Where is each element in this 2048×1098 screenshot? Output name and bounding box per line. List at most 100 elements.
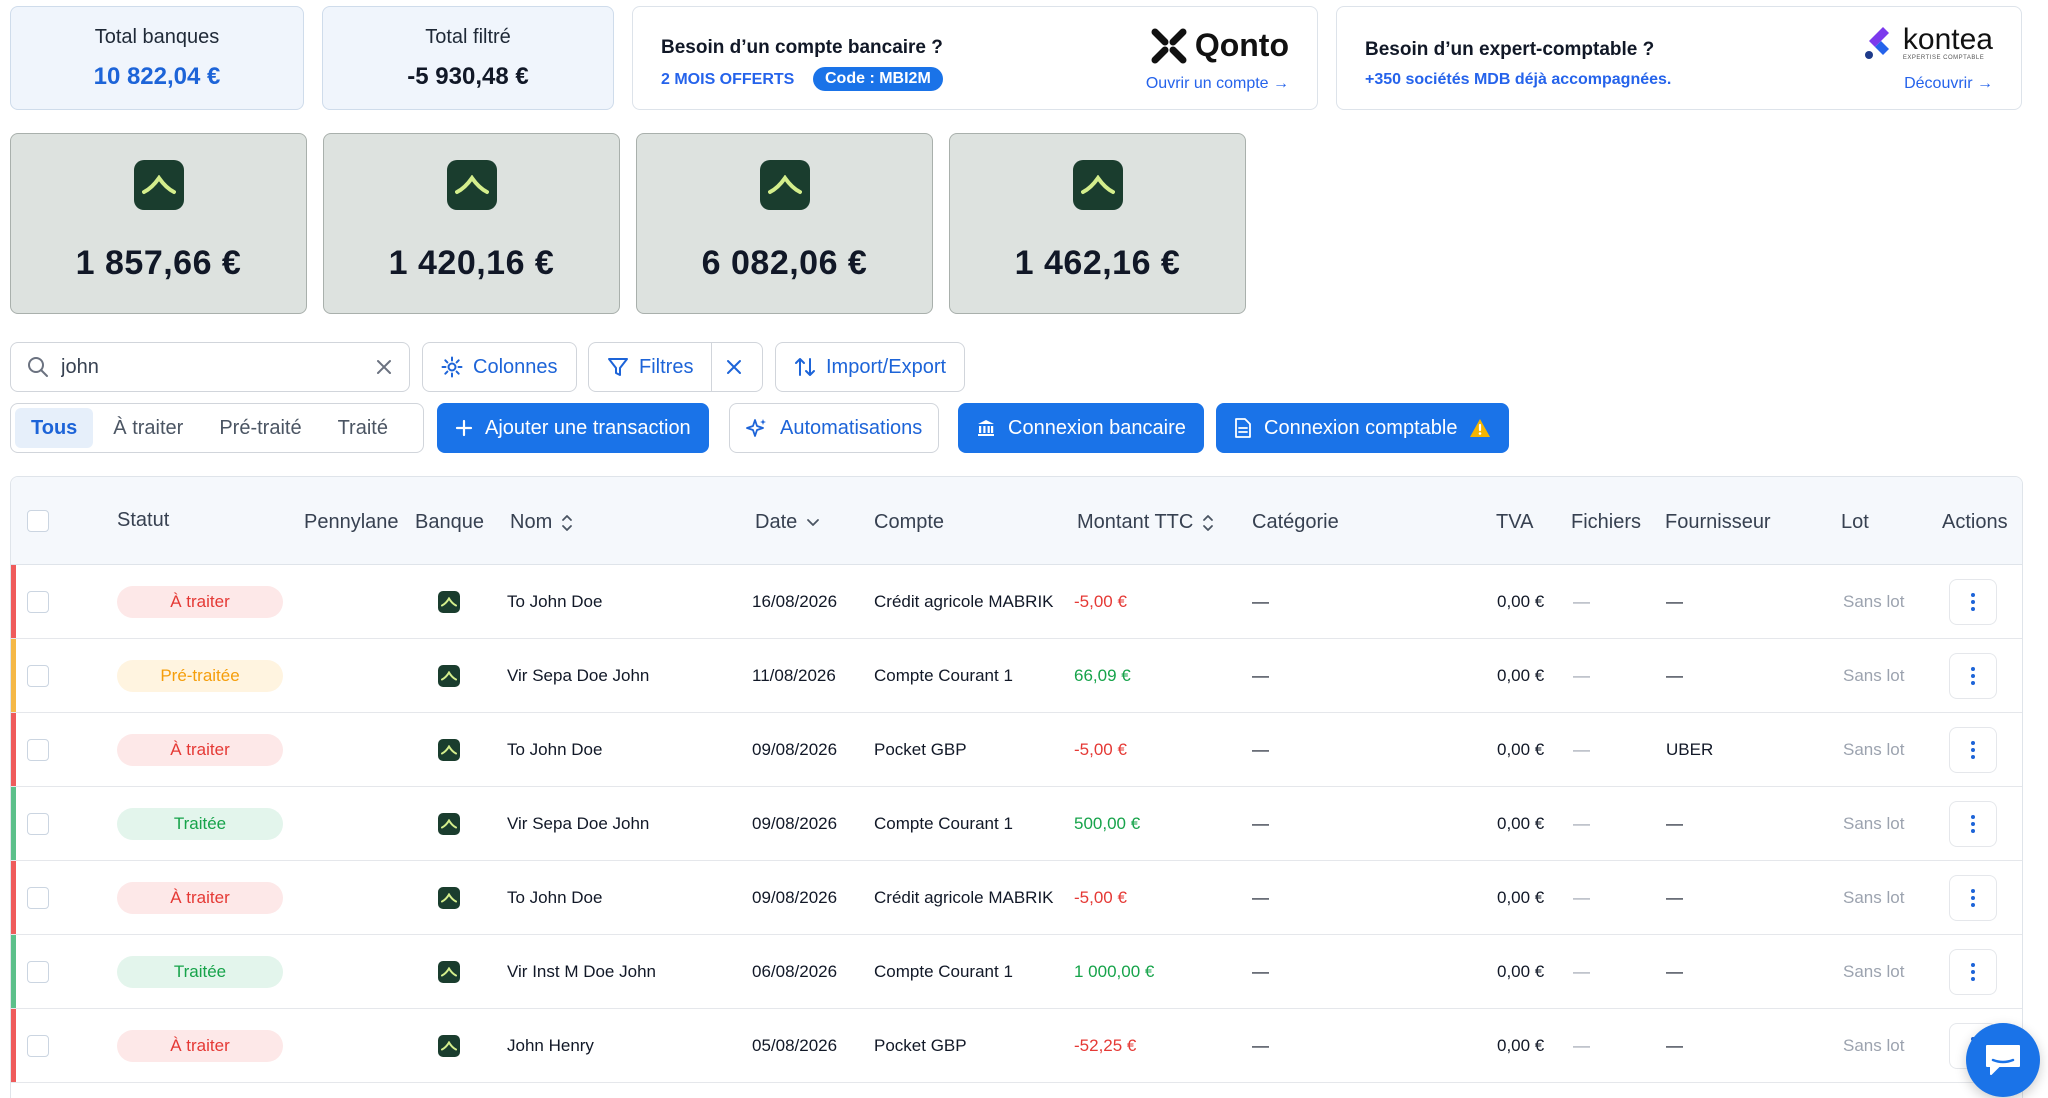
tva-cell: 0,00 € — [1497, 740, 1545, 759]
date-cell: 16/08/2026 — [752, 592, 838, 611]
total-filtre-value: -5 930,48 € — [407, 62, 529, 90]
connexion-bancaire-button[interactable]: Connexion bancaire — [958, 403, 1204, 453]
header-nom[interactable]: Nom — [510, 511, 574, 534]
row-checkbox[interactable] — [27, 887, 49, 909]
table-row[interactable]: À traiter To John Doe 09/08/2026 Pocket … — [11, 713, 2022, 787]
categorie-cell[interactable]: — — [1252, 1009, 1269, 1083]
row-actions-button[interactable] — [1949, 727, 1997, 773]
lot-cell[interactable]: Sans lot — [1843, 639, 1904, 713]
fournisseur-cell[interactable]: — — [1666, 565, 1683, 639]
automatisations-button[interactable]: Automatisations — [729, 403, 940, 453]
status-badge[interactable]: À traiter — [117, 586, 283, 618]
fournisseur-cell[interactable]: — — [1666, 787, 1683, 861]
header-banque[interactable]: Banque — [415, 511, 484, 534]
row-checkbox[interactable] — [27, 961, 49, 983]
header-tva[interactable]: TVA — [1496, 511, 1533, 534]
row-actions-button[interactable] — [1949, 949, 1997, 995]
table-row[interactable]: Traitée Vir Sepa Doe John 09/08/2026 Com… — [11, 787, 2022, 861]
row-checkbox[interactable] — [27, 813, 49, 835]
lot-cell[interactable]: Sans lot — [1843, 861, 1904, 935]
import-export-button[interactable]: Import/Export — [775, 342, 966, 392]
nom-cell: To John Doe — [507, 592, 603, 611]
fichiers-cell[interactable]: — — [1573, 1009, 1590, 1083]
fichiers-cell[interactable]: — — [1573, 787, 1590, 861]
select-all-checkbox[interactable] — [27, 510, 49, 532]
fichiers-cell[interactable]: — — [1573, 639, 1590, 713]
fichiers-cell[interactable]: — — [1573, 565, 1590, 639]
header-pennylane[interactable]: Pennylane — [304, 511, 399, 534]
status-badge[interactable]: À traiter — [117, 734, 283, 766]
table-row[interactable]: Pré-traitée Vir Sepa Doe John 11/08/2026… — [11, 639, 2022, 713]
row-checkbox[interactable] — [27, 739, 49, 761]
kontea-promo-card[interactable]: Besoin d’un expert-comptable ? +350 soci… — [1336, 6, 2022, 110]
fichiers-cell[interactable]: — — [1573, 861, 1590, 935]
header-lot[interactable]: Lot — [1841, 511, 1869, 534]
categorie-cell[interactable]: — — [1252, 935, 1269, 1009]
tab-traite[interactable]: Traité — [322, 408, 404, 448]
header-statut[interactable]: Statut — [117, 509, 169, 532]
header-nom-label: Nom — [510, 511, 553, 533]
row-actions-button[interactable] — [1949, 801, 1997, 847]
fournisseur-cell[interactable]: — — [1666, 1009, 1683, 1083]
table-row[interactable]: À traiter To John Doe 09/08/2026 Crédit … — [11, 861, 2022, 935]
clear-filters-button[interactable] — [711, 343, 756, 391]
fichiers-cell[interactable]: — — [1573, 713, 1590, 787]
account-card[interactable]: 6 082,06 € — [636, 133, 933, 314]
lot-cell[interactable]: Sans lot — [1843, 1009, 1904, 1083]
filters-button[interactable]: Filtres — [589, 343, 711, 391]
categorie-cell[interactable]: — — [1252, 639, 1269, 713]
status-badge[interactable]: Traitée — [117, 808, 283, 840]
close-icon[interactable] — [375, 358, 393, 376]
fournisseur-cell[interactable]: — — [1666, 861, 1683, 935]
header-categorie[interactable]: Catégorie — [1252, 511, 1339, 534]
categorie-cell[interactable]: — — [1252, 787, 1269, 861]
row-actions-button[interactable] — [1949, 653, 1997, 699]
header-montant[interactable]: Montant TTC — [1077, 511, 1215, 534]
table-row[interactable]: À traiter John Henry 05/08/2026 Pocket G… — [11, 1009, 2022, 1083]
fournisseur-cell[interactable]: — — [1666, 935, 1683, 1009]
account-card[interactable]: 1 857,66 € — [10, 133, 307, 314]
tab-pre-traite[interactable]: Pré-traité — [203, 408, 317, 448]
qonto-promo-card[interactable]: Besoin d’un compte bancaire ? 2 MOIS OFF… — [632, 6, 1318, 110]
table-row[interactable]: Traitée Vir Inst M Doe John 06/08/2026 C… — [11, 935, 2022, 1009]
fichiers-cell[interactable]: — — [1573, 935, 1590, 1009]
status-badge[interactable]: À traiter — [117, 1030, 283, 1062]
chat-button[interactable] — [1966, 1023, 2040, 1097]
connexion-comptable-label: Connexion comptable — [1264, 416, 1458, 439]
lot-cell[interactable]: Sans lot — [1843, 565, 1904, 639]
table-row[interactable]: À traiter To John Doe 16/08/2026 Crédit … — [11, 565, 2022, 639]
search-box[interactable] — [10, 342, 410, 392]
kontea-discover-link[interactable]: Découvrir → — [1904, 75, 1993, 93]
categorie-cell[interactable]: — — [1252, 713, 1269, 787]
qonto-open-account-link[interactable]: Ouvrir un compte → — [1146, 75, 1289, 93]
columns-button[interactable]: Colonnes — [422, 342, 577, 392]
search-input[interactable] — [61, 355, 375, 379]
header-fournisseur[interactable]: Fournisseur — [1665, 511, 1771, 534]
row-actions-button[interactable] — [1949, 875, 1997, 921]
tab-tous[interactable]: Tous — [15, 408, 94, 448]
header-date[interactable]: Date — [755, 511, 821, 534]
add-transaction-button[interactable]: Ajouter une transaction — [437, 403, 709, 453]
row-actions-button[interactable] — [1949, 579, 1997, 625]
row-checkbox[interactable] — [27, 665, 49, 687]
tab-a-traiter[interactable]: À traiter — [97, 408, 199, 448]
lot-cell[interactable]: Sans lot — [1843, 935, 1904, 1009]
row-checkbox[interactable] — [27, 1035, 49, 1057]
fournisseur-cell[interactable]: — — [1666, 639, 1683, 713]
account-card[interactable]: 1 462,16 € — [949, 133, 1246, 314]
row-checkbox[interactable] — [27, 591, 49, 613]
total-filtre-label: Total filtré — [425, 25, 511, 48]
status-badge[interactable]: Pré-traitée — [117, 660, 283, 692]
total-banques-card: Total banques 10 822,04 € — [10, 6, 304, 110]
header-compte[interactable]: Compte — [874, 511, 944, 534]
fournisseur-cell[interactable]: UBER — [1666, 713, 1713, 787]
status-badge[interactable]: À traiter — [117, 882, 283, 914]
status-badge[interactable]: Traitée — [117, 956, 283, 988]
connexion-comptable-button[interactable]: Connexion comptable — [1216, 403, 1510, 453]
lot-cell[interactable]: Sans lot — [1843, 787, 1904, 861]
header-fichiers[interactable]: Fichiers — [1571, 511, 1641, 534]
lot-cell[interactable]: Sans lot — [1843, 713, 1904, 787]
categorie-cell[interactable]: — — [1252, 861, 1269, 935]
account-card[interactable]: 1 420,16 € — [323, 133, 620, 314]
categorie-cell[interactable]: — — [1252, 565, 1269, 639]
